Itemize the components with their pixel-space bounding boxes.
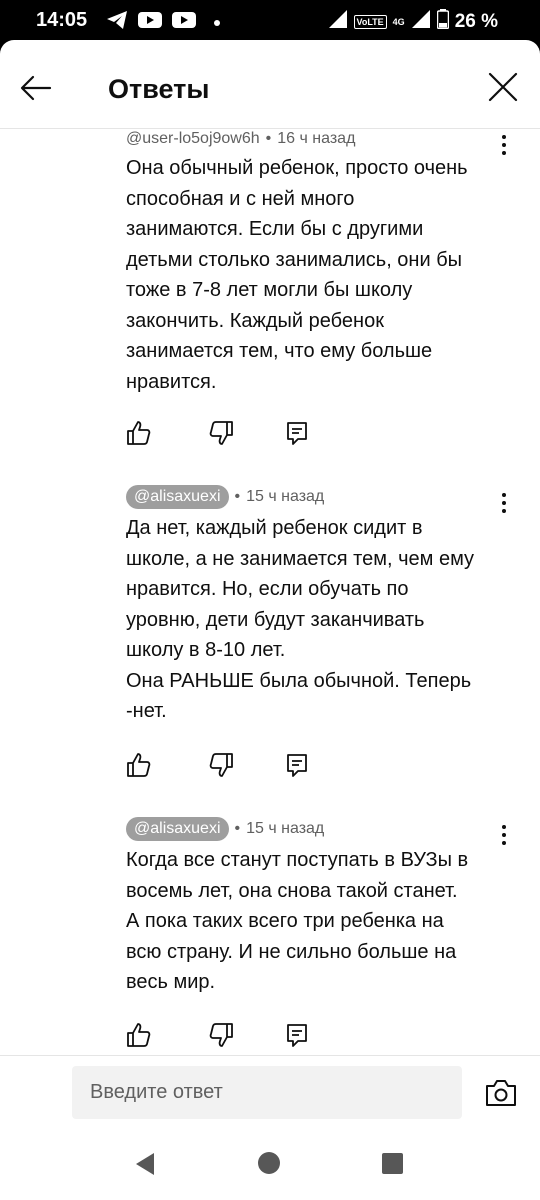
comment-actions	[124, 1021, 324, 1049]
author-handle[interactable]: @alisaxuexi	[126, 485, 229, 509]
comment-text: Она обычный ребенок, просто очень способ…	[126, 157, 468, 393]
comment-time: 15 ч назад	[246, 820, 325, 837]
thumbs-down-icon	[209, 421, 233, 445]
back-triangle-icon	[136, 1153, 154, 1175]
like-button[interactable]	[124, 751, 152, 779]
comment-actions	[124, 751, 324, 779]
wifi-signal-icon	[328, 9, 348, 35]
reply-comment-icon	[287, 754, 307, 777]
comment-text: Да нет, каждый ребенок сидит в школе, а …	[126, 517, 475, 722]
comment-time: 15 ч назад	[246, 488, 325, 505]
more-vertical-icon	[502, 825, 506, 845]
notification-icons	[106, 10, 220, 35]
status-bar: 14:05 VoLTE 4G 26 %	[0, 0, 540, 40]
reply-comment-icon	[287, 1024, 307, 1047]
replies-sheet: Ответы @user-lo5oj9ow6h • 16 ч назад Она…	[0, 40, 540, 1130]
dot-icon	[214, 19, 220, 26]
nav-back-button[interactable]	[134, 1152, 156, 1181]
more-vertical-icon	[502, 493, 506, 513]
close-button[interactable]	[486, 70, 520, 104]
battery-icon	[436, 9, 449, 35]
thumbs-up-icon	[127, 1023, 151, 1047]
youtube-icon	[172, 11, 196, 34]
dislike-button[interactable]	[208, 1021, 236, 1049]
home-circle-icon[interactable]	[258, 1152, 280, 1174]
reply-button[interactable]	[284, 1021, 312, 1049]
reply-button[interactable]	[284, 751, 312, 779]
like-button[interactable]	[124, 419, 152, 447]
author-handle[interactable]: @alisaxuexi	[126, 817, 229, 841]
recents-square-icon[interactable]	[382, 1153, 403, 1174]
reply-composer	[0, 1055, 540, 1130]
reply-comment-icon	[287, 422, 307, 445]
thumbs-up-icon	[127, 753, 151, 777]
more-options-button[interactable]	[494, 491, 514, 515]
comment-meta: @user-lo5oj9ow6h • 16 ч назад	[126, 130, 355, 148]
thumbs-down-icon	[209, 1023, 233, 1047]
separator-dot: •	[234, 488, 241, 505]
close-icon	[488, 72, 518, 102]
more-options-button[interactable]	[494, 823, 514, 847]
thumbs-up-icon	[127, 421, 151, 445]
system-nav-bar	[0, 1130, 540, 1200]
battery-percent: 26 %	[454, 11, 498, 32]
comment-meta: @alisaxuexi • 15 ч назад	[126, 817, 324, 841]
separator-dot: •	[234, 820, 241, 837]
arrow-left-icon	[20, 75, 52, 101]
thumbs-down-icon	[209, 753, 233, 777]
status-time: 14:05	[36, 9, 88, 31]
camera-icon	[486, 1080, 516, 1106]
back-button[interactable]	[18, 70, 54, 106]
telegram-icon	[106, 10, 128, 35]
header: Ответы	[0, 40, 540, 129]
like-button[interactable]	[124, 1021, 152, 1049]
youtube-icon	[138, 11, 162, 34]
comment-actions	[124, 419, 324, 447]
comment-time: 16 ч назад	[277, 130, 356, 147]
volte-label: VoLTE	[353, 15, 387, 29]
system-indicators: VoLTE 4G 26 %	[328, 9, 498, 35]
network-gen-label: 4G	[392, 17, 405, 27]
dislike-button[interactable]	[208, 751, 236, 779]
separator-dot: •	[265, 130, 272, 147]
camera-button[interactable]	[484, 1078, 518, 1108]
reply-input[interactable]	[72, 1066, 462, 1119]
comment-meta: @alisaxuexi • 15 ч назад	[126, 485, 324, 509]
page-title: Ответы	[108, 74, 210, 104]
author-handle[interactable]: @user-lo5oj9ow6h	[126, 130, 260, 148]
comment-text: Когда все станут поступать в ВУЗы в восе…	[126, 849, 469, 993]
reply-button[interactable]	[284, 419, 312, 447]
dislike-button[interactable]	[208, 419, 236, 447]
cell-signal-icon	[411, 9, 431, 35]
